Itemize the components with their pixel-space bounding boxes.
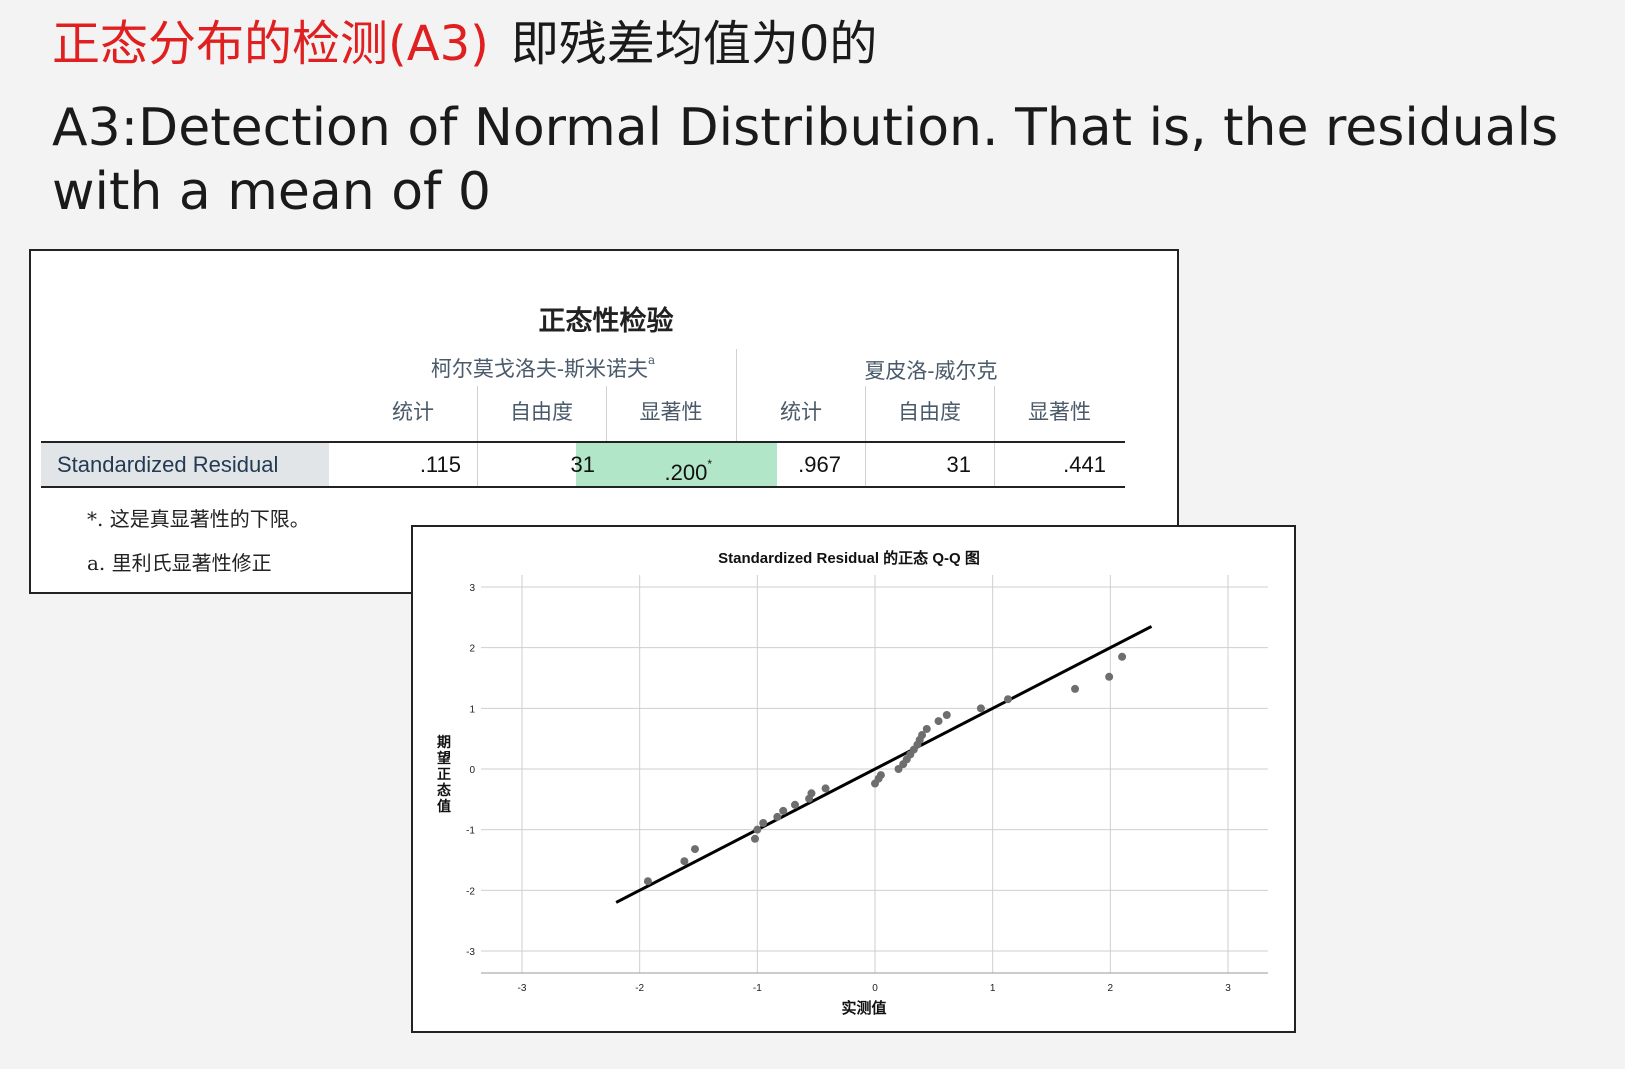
qq-plot: Standardized Residual 的正态 Q-Q 图 实测值 期望正态… [437, 549, 1268, 1017]
data-point [1105, 672, 1114, 681]
data-point [690, 845, 699, 854]
cell-ks-df: 31 [570, 452, 595, 477]
y-tick-label: -3 [466, 947, 475, 958]
y-axis-label-char: 正 [437, 767, 451, 783]
y-axis-label-char: 态 [437, 782, 451, 799]
x-tick-label: -1 [753, 983, 762, 994]
x-tick-label: 3 [1225, 983, 1231, 994]
data-point [680, 857, 689, 866]
cell-sw-sig: .441 [1063, 452, 1106, 477]
data-point [773, 812, 782, 821]
y-tick-label: -1 [466, 826, 475, 837]
cell-sw-df: 31 [946, 452, 971, 477]
table-title: 正态性检验 [538, 306, 674, 337]
footnote-star: *. 这是真显著性的下限。 [87, 507, 310, 531]
qq-plot-panel: Standardized Residual 的正态 Q-Q 图 实测值 期望正态… [411, 525, 1296, 1033]
slide-subtitle: A3:Detection of Normal Distribution. Tha… [52, 98, 1559, 222]
grid [481, 575, 1268, 974]
table-rule [41, 486, 1125, 488]
col-header-sig: 显著性 [639, 400, 703, 424]
col-header-stat: 统计 [780, 400, 822, 424]
slide-title: 正态分布的检测(A3) 即残差均值为0的 [52, 14, 877, 74]
col-header-df: 自由度 [510, 400, 573, 424]
data-point [976, 704, 985, 713]
y-axis-label-char: 值 [437, 798, 451, 815]
data-point [1118, 652, 1127, 661]
group-header-ks: 柯尔莫戈洛夫-斯米诺夫a [430, 353, 656, 381]
col-header-df: 自由度 [898, 400, 961, 424]
data-point [821, 784, 830, 793]
cell-ks-sig: .200* [664, 457, 713, 485]
data-point [934, 717, 943, 726]
y-tick-label: 0 [469, 765, 475, 776]
group-header-sw: 夏皮洛-威尔克 [864, 359, 998, 383]
chart-title: Standardized Residual 的正态 Q-Q 图 [718, 549, 980, 567]
data-point [759, 818, 768, 827]
data-point [922, 724, 931, 733]
y-axis-label: 期望正态值 [437, 735, 451, 815]
data-point [942, 711, 951, 720]
y-axis-label-char: 期 [437, 735, 451, 751]
y-axis-label-char: 望 [437, 750, 451, 767]
col-header-sig: 显著性 [1028, 400, 1091, 424]
cell-ks-stat: .115 [419, 452, 461, 477]
x-tick-label: 1 [990, 983, 996, 994]
title-black-text: 即残差均值为0的 [510, 16, 878, 72]
data-point [753, 825, 762, 834]
data-point [876, 771, 885, 780]
x-tick-label: 0 [872, 983, 878, 994]
data-point [779, 806, 788, 815]
row-label: Standardized Residual [41, 443, 329, 486]
data-point [1003, 695, 1012, 704]
data-point [1071, 684, 1080, 693]
y-tick-label: 1 [469, 704, 475, 715]
data-point [750, 834, 759, 843]
data-point [807, 789, 816, 798]
cell-sw-stat: .967 [798, 452, 841, 477]
col-header-stat: 统计 [392, 400, 434, 424]
x-tick-label: -3 [518, 983, 527, 994]
x-tick-label: 2 [1108, 983, 1114, 994]
y-tick-label: 3 [469, 583, 475, 594]
data-point [643, 877, 652, 886]
y-tick-label: -2 [466, 886, 475, 897]
x-tick-label: -2 [635, 983, 644, 994]
footnote-a: a. 里利氏显著性修正 [87, 551, 272, 575]
x-axis-label: 实测值 [841, 999, 886, 1017]
title-red-text: 正态分布的检测(A3) [52, 16, 489, 72]
data-point [790, 800, 799, 809]
y-tick-label: 2 [469, 644, 475, 655]
